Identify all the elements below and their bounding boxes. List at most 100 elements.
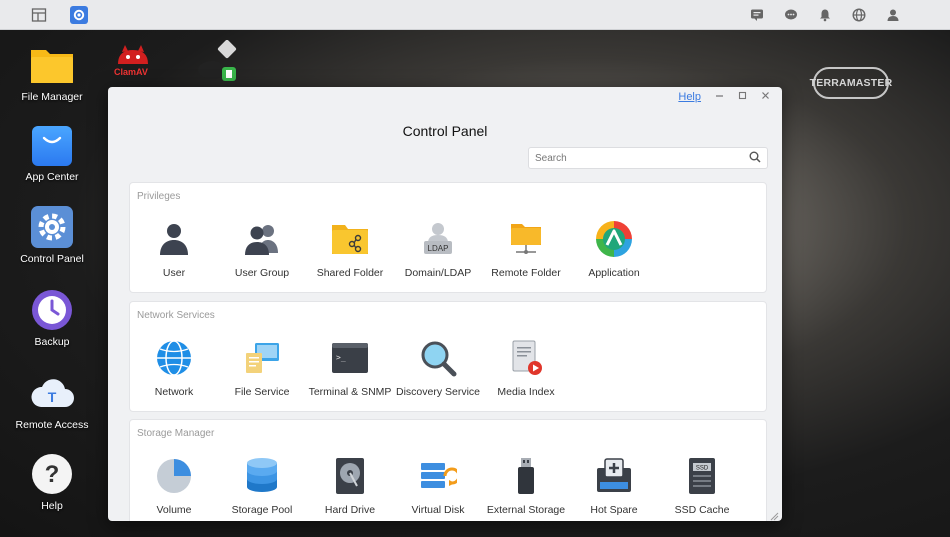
search-icon[interactable] <box>749 151 761 166</box>
item-label: SSD Cache <box>674 504 730 516</box>
item-storage-pool[interactable]: Storage Pool <box>218 456 306 516</box>
resize-handle-icon[interactable] <box>769 508 779 521</box>
ssd-cache-icon: SSD <box>682 456 722 496</box>
desktop-icon-label: Backup <box>34 336 70 348</box>
shared-folder-icon <box>330 219 370 259</box>
magnifier-icon <box>418 338 458 378</box>
item-label: Domain/LDAP <box>404 267 472 279</box>
item-application[interactable]: Application <box>570 219 658 279</box>
item-label: User Group <box>234 267 290 279</box>
item-hard-drive[interactable]: Hard Drive <box>306 456 394 516</box>
window-controls: Help <box>678 91 770 103</box>
item-network[interactable]: Network <box>130 338 218 398</box>
bell-icon[interactable] <box>816 6 834 24</box>
desktop-icon-label: Help <box>41 500 63 512</box>
desktop-remote-access[interactable]: T Remote Access <box>0 370 104 431</box>
minimize-icon[interactable] <box>715 91 724 103</box>
control-panel-icon[interactable] <box>70 5 88 24</box>
section-title: Storage Manager <box>137 428 215 439</box>
item-label: Media Index <box>497 386 555 398</box>
item-label: Hard Drive <box>324 504 376 516</box>
close-icon[interactable] <box>761 91 770 103</box>
network-globe-icon <box>154 338 194 378</box>
item-label: Storage Pool <box>231 504 293 516</box>
taskbar <box>0 0 950 30</box>
svg-text:SSD: SSD <box>696 466 709 472</box>
item-label: Application <box>588 267 640 279</box>
backup-clock-icon <box>29 287 75 333</box>
item-domain-ldap[interactable]: LDAP Domain/LDAP <box>394 219 482 279</box>
desktop-icon-label: Remote Access <box>15 419 89 431</box>
window-title: Control Panel <box>402 123 488 139</box>
help-icon: ? <box>29 451 75 497</box>
ldap-icon: LDAP <box>418 219 458 259</box>
desktop-icon-label: App Center <box>25 171 79 183</box>
item-file-service[interactable]: File Service <box>218 338 306 398</box>
globe-icon[interactable] <box>850 6 868 24</box>
storage-pool-icon <box>242 456 282 496</box>
item-label: Virtual Disk <box>411 504 465 516</box>
item-media-index[interactable]: Media Index <box>482 338 570 398</box>
help-link[interactable]: Help <box>678 91 701 103</box>
user-group-icon <box>242 219 282 259</box>
item-label: Discovery Service <box>395 386 481 398</box>
item-label: Network <box>154 386 194 398</box>
item-user[interactable]: User <box>130 219 218 279</box>
section-network-services: Network Services Network File Service >_… <box>129 301 767 412</box>
item-label: Shared Folder <box>316 267 384 279</box>
search-input[interactable]: Search <box>528 147 768 169</box>
section-privileges: Privileges User User Group Shared Folder <box>129 182 767 293</box>
desktop-icon-label: File Manager <box>21 91 83 103</box>
item-external-storage[interactable]: External Storage <box>482 456 570 516</box>
hard-drive-icon <box>330 456 370 496</box>
message-icon[interactable] <box>748 6 766 24</box>
desktop-icon-label: Control Panel <box>20 253 84 265</box>
item-shared-folder[interactable]: Shared Folder <box>306 219 394 279</box>
remote-folder-icon <box>506 219 546 259</box>
search-placeholder: Search <box>535 152 567 164</box>
windows-icon[interactable] <box>30 6 48 24</box>
item-discovery-service[interactable]: Discovery Service <box>394 338 482 398</box>
item-volume[interactable]: Volume <box>130 456 218 516</box>
item-ssd-cache[interactable]: SSD SSD Cache <box>658 456 746 516</box>
desktop-app-center[interactable]: App Center <box>0 122 104 183</box>
terramaster-logo: TERRAMASTER <box>810 67 892 99</box>
virtual-disk-icon <box>418 456 458 496</box>
cloud-icon: T <box>29 370 75 416</box>
item-terminal-snmp[interactable]: >_ Terminal & SNMP <box>306 338 394 398</box>
item-remote-folder[interactable]: Remote Folder <box>482 219 570 279</box>
item-user-group[interactable]: User Group <box>218 219 306 279</box>
item-label: Remote Folder <box>491 267 561 279</box>
item-label: User <box>162 267 186 279</box>
svg-text:LDAP: LDAP <box>428 244 449 253</box>
folder-icon <box>29 42 75 88</box>
application-icon <box>594 219 634 259</box>
file-service-icon <box>242 338 282 378</box>
chat-icon[interactable] <box>782 6 800 24</box>
section-title: Network Services <box>137 310 215 321</box>
gear-icon <box>29 204 75 250</box>
item-hot-spare[interactable]: Hot Spare <box>570 456 658 516</box>
maximize-icon[interactable] <box>738 91 747 103</box>
usb-drive-icon <box>506 456 546 496</box>
svg-text:>_: >_ <box>336 353 346 362</box>
desktop-help[interactable]: ? Help <box>0 451 104 512</box>
user-icon <box>154 219 194 259</box>
user-icon[interactable] <box>884 6 902 24</box>
desktop-file-manager[interactable]: File Manager <box>0 42 104 103</box>
clamav-label: ClamAV <box>114 67 148 77</box>
desktop-control-panel[interactable]: Control Panel <box>0 204 104 265</box>
volume-pie-icon <box>154 456 194 496</box>
shopping-bag-icon <box>29 122 75 168</box>
desktop-backup[interactable]: Backup <box>0 287 104 348</box>
item-virtual-disk[interactable]: Virtual Disk <box>394 456 482 516</box>
terminal-icon: >_ <box>330 338 370 378</box>
download-app-icon[interactable] <box>196 39 244 82</box>
svg-text:T: T <box>48 389 57 405</box>
svg-text:?: ? <box>45 461 60 488</box>
item-label: Hot Spare <box>590 504 638 516</box>
control-panel-window: Help Control Panel Search Privileges Use… <box>108 87 782 521</box>
media-index-icon <box>506 338 546 378</box>
item-label: External Storage <box>486 504 566 516</box>
clamav-logo-icon[interactable] <box>114 44 152 66</box>
